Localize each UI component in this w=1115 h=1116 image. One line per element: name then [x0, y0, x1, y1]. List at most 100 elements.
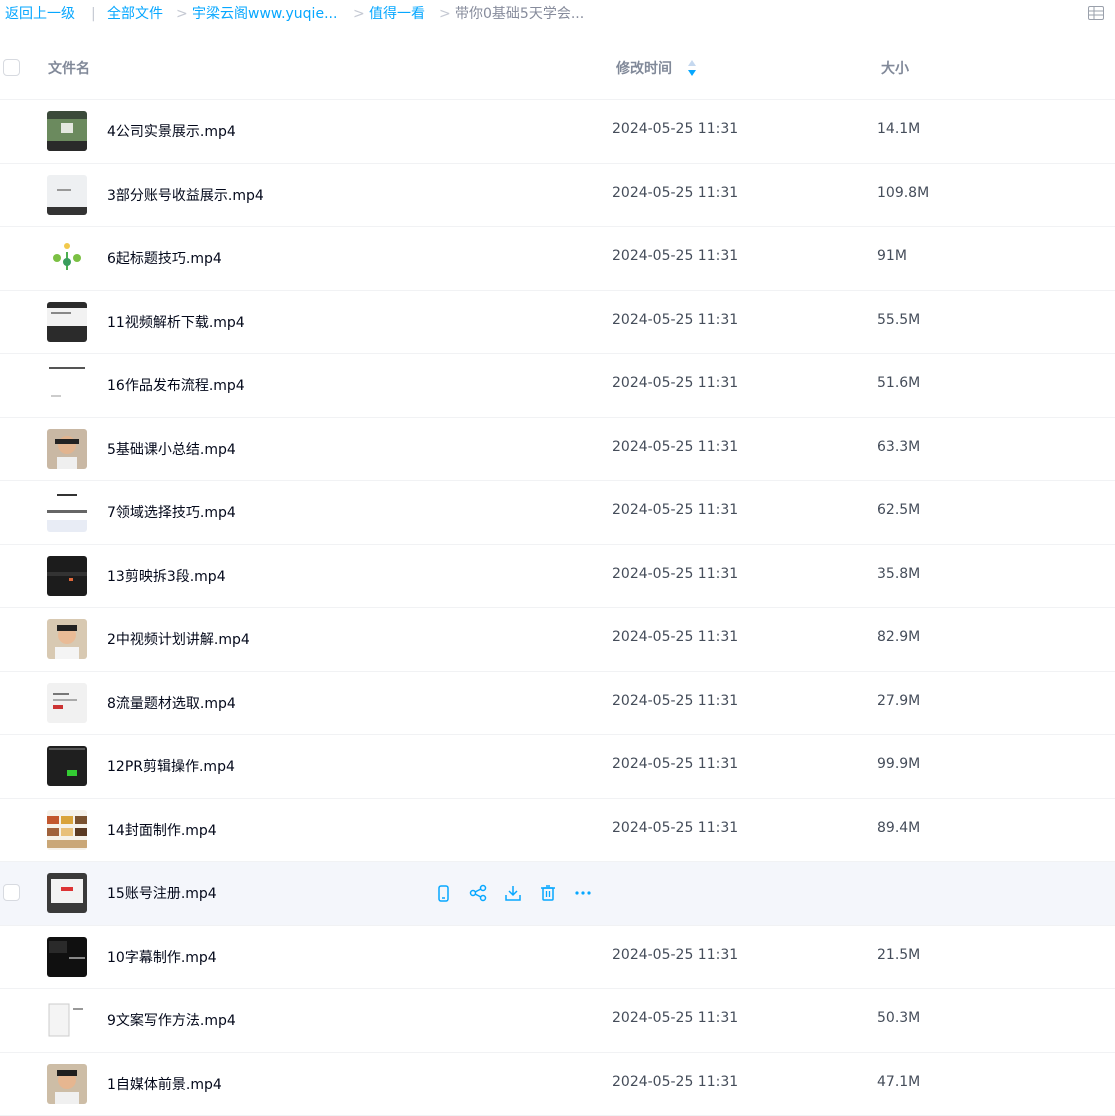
file-modified-time: 2024-05-25 11:31 — [612, 947, 738, 963]
file-size: 63.3M — [877, 439, 920, 455]
file-name[interactable]: 6起标题技巧.mp4 — [107, 248, 222, 268]
file-name[interactable]: 12PR剪辑操作.mp4 — [107, 756, 235, 776]
file-row[interactable]: 6起标题技巧.mp4 2024-05-25 11:31 91M — [0, 227, 1115, 291]
table-header: 文件名 修改时间 大小 — [0, 36, 1115, 100]
file-name[interactable]: 14封面制作.mp4 — [107, 820, 217, 840]
video-thumbnail[interactable] — [47, 810, 87, 850]
file-row[interactable]: 12PR剪辑操作.mp4 2024-05-25 11:31 99.9M — [0, 735, 1115, 799]
sort-icon[interactable] — [687, 59, 697, 77]
file-name[interactable]: 3部分账号收益展示.mp4 — [107, 185, 264, 205]
breadcrumb-folder-1[interactable]: 宇梁云阁www.yuqie... — [192, 0, 337, 28]
file-name[interactable]: 11视频解析下载.mp4 — [107, 312, 245, 332]
file-modified-time: 2024-05-25 11:31 — [612, 566, 738, 582]
video-thumbnail[interactable] — [47, 302, 87, 342]
file-row[interactable]: 1自媒体前景.mp4 2024-05-25 11:31 47.1M — [0, 1053, 1115, 1116]
file-modified-time: 2024-05-25 11:31 — [612, 1074, 738, 1090]
share-icon[interactable] — [469, 884, 487, 902]
file-row[interactable]: 8流量题材选取.mp42024-05-25 11:3127.9M — [0, 672, 1115, 736]
video-thumbnail[interactable] — [47, 619, 87, 659]
file-modified-time: 2024-05-25 11:31 — [612, 502, 738, 518]
download-icon[interactable] — [504, 884, 522, 902]
file-modified-time: 2024-05-25 11:31 — [612, 1010, 738, 1026]
breadcrumb-current: 带你0基础5天学会... — [455, 0, 584, 28]
file-row[interactable]: 11视频解析下载.mp4 2024-05-25 11:31 55.5M — [0, 291, 1115, 355]
breadcrumb-back-link[interactable]: 返回上一级 — [5, 0, 75, 28]
file-size: 62.5M — [877, 502, 920, 518]
breadcrumb-folder-2[interactable]: 值得一看 — [369, 0, 425, 28]
video-thumbnail[interactable] — [47, 1064, 87, 1104]
file-row[interactable]: 5基础课小总结.mp4 2024-05-25 11:31 63.3M — [0, 418, 1115, 482]
file-row[interactable]: 7领域选择技巧.mp4 2024-05-25 11:31 62.5M — [0, 481, 1115, 545]
file-name[interactable]: 15账号注册.mp4 — [107, 883, 217, 903]
file-name[interactable]: 8流量题材选取.mp4 — [107, 693, 236, 713]
file-name[interactable]: 5基础课小总结.mp4 — [107, 439, 236, 459]
file-size: 21.5M — [877, 947, 920, 963]
breadcrumb-chevron-icon: > — [176, 0, 188, 28]
file-modified-time: 2024-05-25 11:31 — [612, 185, 738, 201]
trash-icon[interactable] — [539, 884, 557, 902]
video-thumbnail[interactable] — [47, 556, 87, 596]
file-name[interactable]: 1自媒体前景.mp4 — [107, 1074, 222, 1094]
file-modified-time: 2024-05-25 11:31 — [612, 820, 738, 836]
video-thumbnail[interactable] — [47, 429, 87, 469]
file-row[interactable]: 3部分账号收益展示.mp4 2024-05-25 11:31 109.8M — [0, 164, 1115, 228]
file-modified-time: 2024-05-25 11:31 — [612, 248, 738, 264]
file-modified-time: 2024-05-25 11:31 — [612, 629, 738, 645]
breadcrumb-all-files[interactable]: 全部文件 — [107, 0, 163, 28]
video-thumbnail[interactable] — [47, 492, 87, 532]
file-size: 50.3M — [877, 1010, 920, 1026]
file-row[interactable]: 4公司实景展示.mp4 2024-05-25 11:31 14.1M — [0, 100, 1115, 164]
column-header-time[interactable]: 修改时间 — [616, 58, 672, 78]
file-size: 35.8M — [877, 566, 920, 582]
column-header-name[interactable]: 文件名 — [48, 58, 90, 78]
file-row[interactable]: 13剪映拆3段.mp4 2024-05-25 11:31 35.8M — [0, 545, 1115, 609]
video-thumbnail[interactable] — [47, 365, 87, 405]
file-row[interactable]: 9文案写作方法.mp4 2024-05-25 11:31 50.3M — [0, 989, 1115, 1053]
select-all-checkbox[interactable] — [3, 59, 20, 76]
file-size: 89.4M — [877, 820, 920, 836]
video-thumbnail[interactable] — [47, 937, 87, 977]
file-name[interactable]: 10字幕制作.mp4 — [107, 947, 217, 967]
video-thumbnail[interactable] — [47, 873, 87, 913]
file-size: 91M — [877, 248, 907, 264]
phone-icon[interactable] — [434, 884, 452, 902]
video-thumbnail[interactable] — [47, 238, 87, 278]
file-name[interactable]: 9文案写作方法.mp4 — [107, 1010, 236, 1030]
video-thumbnail[interactable] — [47, 111, 87, 151]
file-row[interactable]: 16作品发布流程.mp4 2024-05-25 11:31 51.6M — [0, 354, 1115, 418]
file-row[interactable]: 14封面制作.mp4 2024-05-25 11:31 89.4M — [0, 799, 1115, 863]
breadcrumb: 返回上一级 | 全部文件 > 宇梁云阁www.yuqie... > 值得一看 >… — [0, 0, 1115, 28]
file-row[interactable]: 2中视频计划讲解.mp4 2024-05-25 11:31 82.9M — [0, 608, 1115, 672]
file-name[interactable]: 4公司实景展示.mp4 — [107, 121, 236, 141]
file-modified-time: 2024-05-25 11:31 — [612, 375, 738, 391]
grid-view-icon[interactable] — [1088, 6, 1104, 20]
file-name[interactable]: 7领域选择技巧.mp4 — [107, 502, 236, 522]
video-thumbnail[interactable] — [47, 683, 87, 723]
file-size: 82.9M — [877, 629, 920, 645]
file-size: 14.1M — [877, 121, 920, 137]
file-modified-time: 2024-05-25 11:31 — [612, 121, 738, 137]
breadcrumb-divider: | — [91, 0, 96, 28]
more-icon[interactable] — [574, 884, 592, 902]
column-header-size[interactable]: 大小 — [881, 58, 909, 78]
file-modified-time: 2024-05-25 11:31 — [612, 693, 738, 709]
breadcrumb-chevron-icon: > — [439, 0, 451, 28]
file-row[interactable]: 15账号注册.mp4 — [0, 862, 1115, 926]
file-size: 47.1M — [877, 1074, 920, 1090]
file-size: 51.6M — [877, 375, 920, 391]
video-thumbnail[interactable] — [47, 175, 87, 215]
row-checkbox[interactable] — [3, 884, 20, 901]
file-name[interactable]: 13剪映拆3段.mp4 — [107, 566, 226, 586]
file-modified-time: 2024-05-25 11:31 — [612, 756, 738, 772]
file-size: 55.5M — [877, 312, 920, 328]
file-size: 109.8M — [877, 185, 929, 201]
video-thumbnail[interactable] — [47, 1000, 87, 1040]
video-thumbnail[interactable] — [47, 746, 87, 786]
file-modified-time: 2024-05-25 11:31 — [612, 312, 738, 328]
file-name[interactable]: 2中视频计划讲解.mp4 — [107, 629, 250, 649]
file-row[interactable]: 10字幕制作.mp4 2024-05-25 11:31 21.5M — [0, 926, 1115, 990]
breadcrumb-chevron-icon: > — [353, 0, 365, 28]
file-modified-time: 2024-05-25 11:31 — [612, 439, 738, 455]
file-size: 99.9M — [877, 756, 920, 772]
file-name[interactable]: 16作品发布流程.mp4 — [107, 375, 245, 395]
